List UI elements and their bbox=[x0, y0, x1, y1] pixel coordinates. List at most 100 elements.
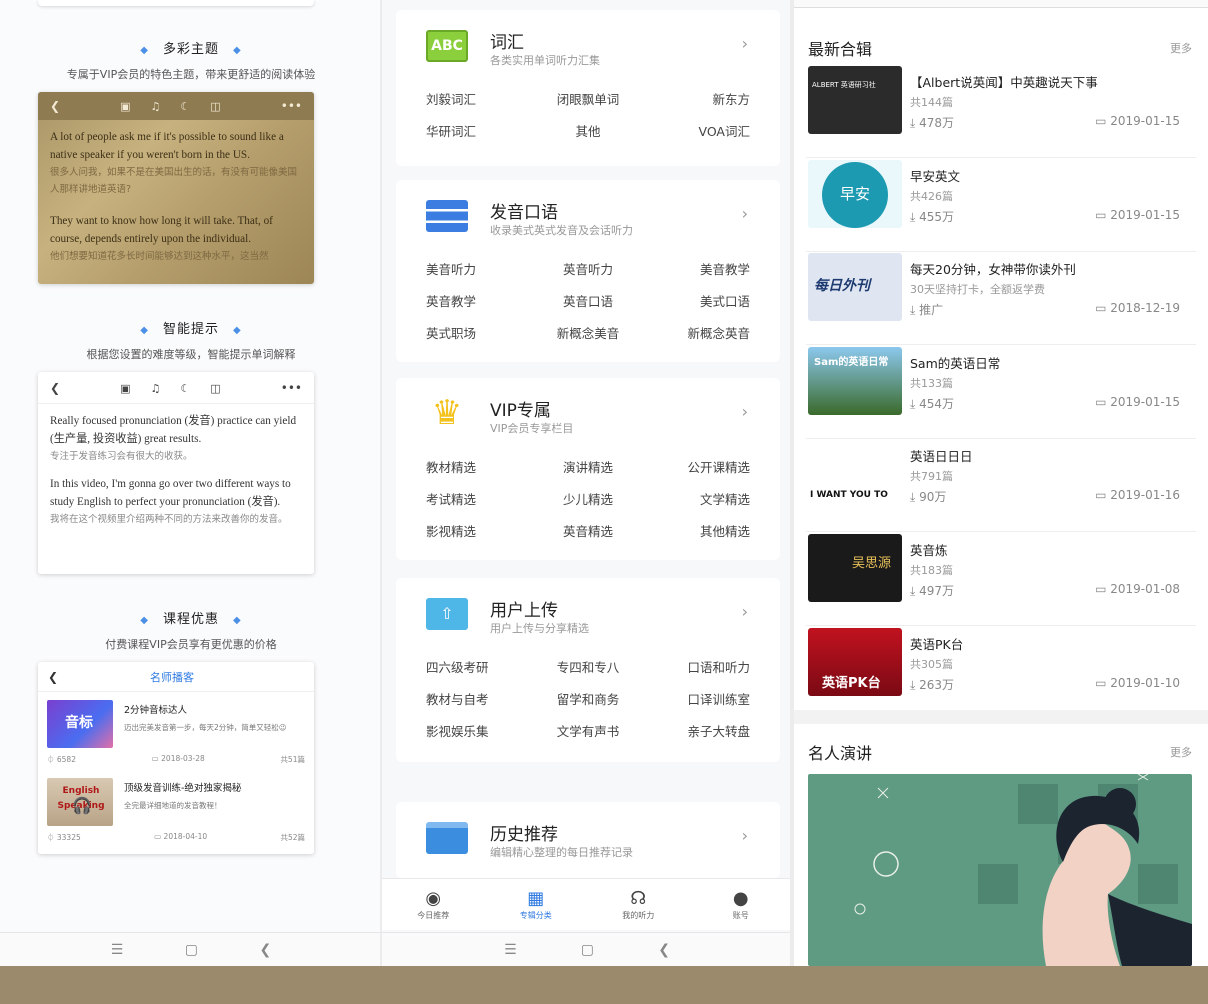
category-item[interactable]: 影视精选 bbox=[426, 516, 534, 548]
category-item[interactable]: 考试精选 bbox=[426, 484, 534, 516]
category-item[interactable]: 英音精选 bbox=[534, 516, 642, 548]
menu-icon[interactable]: ☰ bbox=[111, 942, 124, 958]
category-item[interactable]: 影视娱乐集 bbox=[426, 716, 534, 748]
reader-toolbar: ❮ ▣ ♫ ☾ ◫ ••• bbox=[38, 372, 314, 404]
category-item[interactable]: 口译训练室 bbox=[642, 684, 750, 716]
sound-icon[interactable]: ♫ bbox=[151, 382, 161, 395]
tab-today[interactable]: ◉ 今日推荐 bbox=[393, 888, 473, 921]
english-paragraph: They want to know how long it will take.… bbox=[50, 215, 273, 245]
category-item[interactable]: 公开课精选 bbox=[642, 452, 750, 484]
sound-icon[interactable]: ♫ bbox=[151, 100, 161, 113]
category-item[interactable]: 新概念英音 bbox=[642, 318, 750, 350]
album-row[interactable]: 每日外刊 每天20分钟，女神带你读外刊 30天坚持打卡，全额返学费 ⤓ 推广 ▭ 201… bbox=[806, 251, 1196, 346]
category-item[interactable]: 新概念美音 bbox=[534, 318, 642, 350]
course-desc: 全完最详细地道的发音教程！ bbox=[124, 801, 222, 810]
chevron-right-icon[interactable]: › bbox=[742, 602, 748, 621]
menu-icon[interactable]: ☰ bbox=[504, 942, 517, 958]
translate-icon[interactable]: ▣ bbox=[120, 382, 130, 395]
category-item[interactable]: 美音教学 bbox=[642, 254, 750, 286]
category-item[interactable]: 英音口语 bbox=[534, 286, 642, 318]
category-item[interactable]: 教材精选 bbox=[426, 452, 534, 484]
tab-categories[interactable]: ▦ 专辑分类 bbox=[496, 888, 576, 921]
category-item[interactable]: 英式职场 bbox=[426, 318, 534, 350]
hint-reader-preview: ❮ ▣ ♫ ☾ ◫ ••• Really focused pronunciation … bbox=[38, 372, 314, 574]
chevron-right-icon[interactable]: › bbox=[742, 402, 748, 421]
more-link[interactable]: 更多 bbox=[1170, 744, 1192, 760]
category-item[interactable]: 文学精选 bbox=[642, 484, 750, 516]
tab-my-listening[interactable]: ☊ 我的听力 bbox=[598, 888, 678, 921]
album-row[interactable]: I WANT YOU TO 英语日日日 共791篇 ⤓ 90万 ▭ 2019-01-16 bbox=[806, 438, 1196, 533]
layout-icon[interactable]: ◫ bbox=[210, 100, 220, 113]
category-item[interactable]: 英音听力 bbox=[534, 254, 642, 286]
calendar-icon: ▭ bbox=[1095, 488, 1107, 503]
speech-banner[interactable] bbox=[808, 774, 1192, 966]
album-date: ▭ 2019-01-16 bbox=[1095, 488, 1180, 503]
night-mode-icon[interactable]: ☾ bbox=[180, 382, 190, 395]
more-icon[interactable]: ••• bbox=[281, 99, 302, 113]
download-icon: ⤓ bbox=[910, 584, 916, 598]
section-subtitle: 付费课程VIP会员享有更优惠的价格 bbox=[105, 638, 277, 651]
category-item[interactable]: 刘毅词汇 bbox=[426, 84, 534, 116]
category-card-history[interactable]: 历史推荐 编辑精心整理的每日推荐记录 › bbox=[396, 802, 780, 878]
download-icon: ⤓ bbox=[910, 116, 916, 130]
back-icon[interactable]: ❮ bbox=[50, 99, 60, 113]
back-icon[interactable]: ❮ bbox=[658, 942, 670, 958]
category-item[interactable]: 美式口语 bbox=[642, 286, 750, 318]
album-row[interactable]: Sam的英语日常 Sam的英语日常 共133篇 ⤓ 454万 ▭ 2019-01-15 bbox=[806, 345, 1196, 439]
category-card-vocab[interactable]: ABC 词汇 各类实用单词听力汇集 › 刘毅词汇 闭眼飘单词 新东方 华研词汇 其他 VO… bbox=[396, 10, 780, 166]
translate-icon[interactable]: ▣ bbox=[120, 100, 130, 113]
chevron-right-icon[interactable]: › bbox=[742, 204, 748, 223]
layout-icon[interactable]: ◫ bbox=[210, 382, 220, 395]
tab-account[interactable]: ● 账号 bbox=[701, 888, 781, 921]
category-item[interactable]: 其他 bbox=[534, 116, 642, 148]
category-item[interactable]: 教材与自考 bbox=[426, 684, 534, 716]
album-row[interactable]: ALBERT 英语研习社 【Albert说英闻】中英趣说天下事 共144篇 ⤓ 478… bbox=[806, 64, 1196, 158]
more-icon[interactable]: ••• bbox=[281, 381, 302, 395]
album-row[interactable]: 英语PK台 英语PK台 共305篇 ⤓ 263万 ▭ 2019-01-10 bbox=[806, 626, 1196, 720]
back-icon[interactable]: ❮ bbox=[48, 670, 58, 684]
category-item[interactable]: 其他精选 bbox=[642, 516, 750, 548]
home-icon[interactable]: ▢ bbox=[581, 942, 594, 958]
album-row[interactable]: 早安 早安英文 共426篇 ⤓ 455万 ▭ 2019-01-15 bbox=[806, 158, 1196, 252]
category-item[interactable]: 英音教学 bbox=[426, 286, 534, 318]
more-link[interactable]: 更多 bbox=[1170, 40, 1192, 56]
category-card-pronunciation[interactable]: 发音口语 收录美式英式发音及会话听力 › 美音听力 英音听力 美音教学 英音教学 英音口… bbox=[396, 180, 780, 362]
category-card-vip[interactable]: ♛ VIP专属 VIP会员专享栏目 › 教材精选 演讲精选 公开课精选 考试精选 少儿精… bbox=[396, 378, 780, 560]
home-icon[interactable]: ▢ bbox=[185, 942, 198, 958]
vip-features-screen: ◆ 多彩主题 ◆ 专属于VIP会员的特色主题，带来更舒适的阅读体验 ❮ ▣ ♫ ☾ ◫ •… bbox=[0, 0, 382, 966]
category-item[interactable]: 演讲精选 bbox=[534, 452, 642, 484]
album-cover: 每日外刊 bbox=[808, 253, 902, 322]
category-item[interactable]: 留学和商务 bbox=[534, 684, 642, 716]
album-title: 英语PK台 bbox=[910, 636, 964, 652]
section-title: 名人演讲 bbox=[808, 744, 873, 763]
category-item[interactable]: 华研词汇 bbox=[426, 116, 534, 148]
chevron-right-icon[interactable]: › bbox=[742, 826, 748, 845]
course-card-title: 名师播客 bbox=[150, 670, 195, 684]
category-card-upload[interactable]: ⇧ 用户上传 用户上传与分享精选 › 四六级考研 专四和专八 口语和听力 教材与自考留… bbox=[396, 578, 780, 762]
course-item[interactable]: 音标 2分钟音标达人 迈出完美发音第一步，每天2分钟，简单又轻松😉 ⏀ 6582… bbox=[38, 692, 314, 770]
category-item[interactable]: 文学有声书 bbox=[534, 716, 642, 748]
album-row[interactable]: 吴思源 英音炼 共183篇 ⤓ 497万 ▭ 2019-01-08 bbox=[806, 532, 1196, 626]
category-item[interactable]: 闭眼飘单词 bbox=[534, 84, 642, 116]
course-item[interactable]: English Speaking 🎧 顶级发音训练-绝对独家揭秘 全完最详细地道的… bbox=[38, 770, 314, 848]
category-item[interactable]: 少儿精选 bbox=[534, 484, 642, 516]
back-icon[interactable]: ❮ bbox=[260, 942, 272, 958]
course-meta: ⏀ 6582 ▭ 2018-03-28 共51篇 bbox=[47, 754, 305, 764]
folder-upload-icon: ⇧ bbox=[426, 598, 468, 630]
category-item[interactable]: 口语和听力 bbox=[642, 652, 750, 684]
system-nav-bar: ☰ ▢ ❮ bbox=[0, 932, 382, 966]
section-subtitle: 专属于VIP会员的特色主题，带来更舒适的阅读体验 bbox=[66, 68, 316, 81]
category-item[interactable]: 新东方 bbox=[642, 84, 750, 116]
download-icon: ⤓ bbox=[910, 677, 916, 692]
chevron-right-icon[interactable]: › bbox=[742, 34, 748, 53]
category-name: 词汇 bbox=[490, 33, 524, 53]
category-item[interactable]: 亲子大转盘 bbox=[642, 716, 750, 748]
category-item[interactable]: 专四和专八 bbox=[534, 652, 642, 684]
back-icon[interactable]: ❮ bbox=[50, 381, 60, 395]
course-thumbnail: English Speaking 🎧 bbox=[47, 778, 113, 826]
category-item[interactable]: VOA词汇 bbox=[642, 116, 750, 148]
night-mode-icon[interactable]: ☾ bbox=[180, 100, 190, 113]
category-item[interactable]: 四六级考研 bbox=[426, 652, 534, 684]
album-downloads: ⤓ 497万 bbox=[910, 584, 955, 598]
category-item[interactable]: 美音听力 bbox=[426, 254, 534, 286]
